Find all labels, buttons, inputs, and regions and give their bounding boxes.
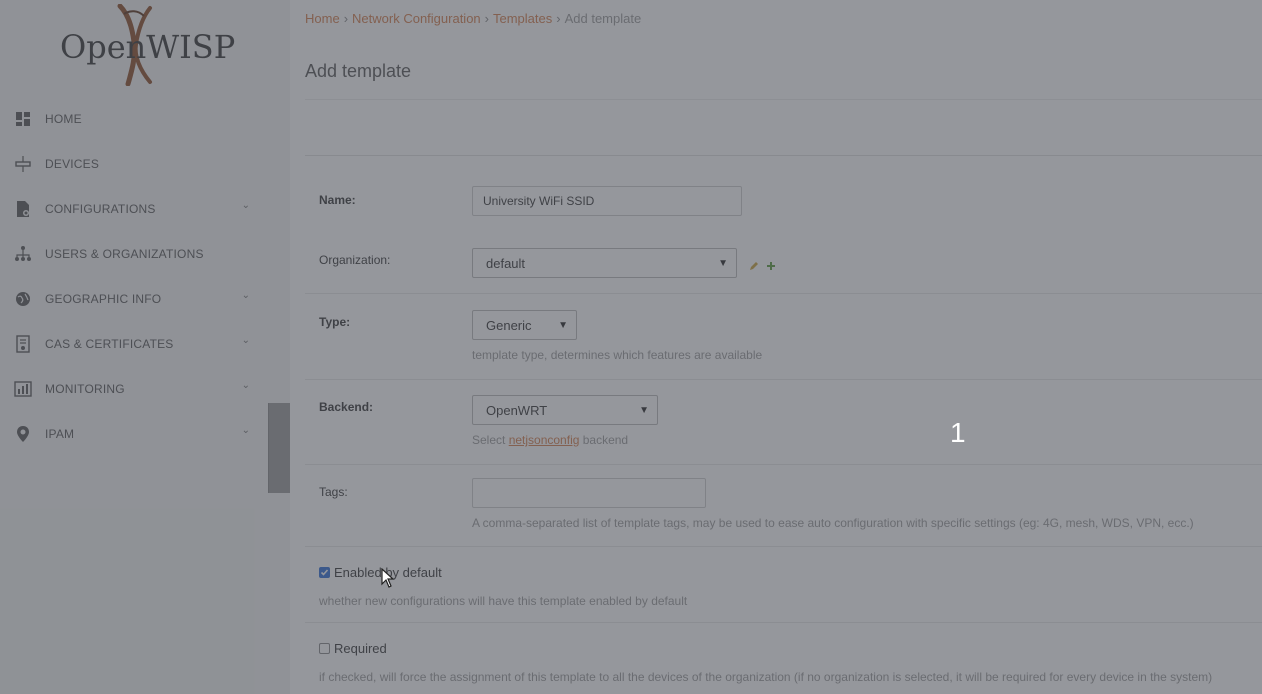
sidebar-item-label: DEVICES bbox=[45, 156, 100, 171]
organization-actions bbox=[749, 258, 776, 270]
divider bbox=[305, 379, 1262, 380]
main-content: Home › Network Configuration › Templates › Add… bbox=[290, 0, 1262, 694]
breadcrumb-separator: › bbox=[556, 11, 561, 26]
openwisp-logo[interactable]: OpenWISP bbox=[58, 4, 235, 86]
logo-text: OpenWISP bbox=[60, 28, 236, 66]
organization-select[interactable]: default ▼ bbox=[472, 248, 737, 278]
sidebar-item-label: HOME bbox=[45, 111, 82, 126]
tags-input[interactable] bbox=[472, 478, 706, 508]
type-help-text: template type, determines which features… bbox=[472, 348, 763, 362]
breadcrumb: Home › Network Configuration › Templates › Add… bbox=[305, 11, 641, 26]
divider bbox=[305, 293, 1262, 294]
chevron-down-icon: ⌄ bbox=[241, 425, 250, 436]
required-checkbox-label[interactable]: Required bbox=[334, 641, 387, 656]
sidebar-item-home[interactable]: HOME bbox=[0, 96, 270, 141]
divider bbox=[305, 622, 1262, 623]
chevron-down-icon: ⌄ bbox=[241, 380, 250, 391]
tags-label: Tags: bbox=[319, 485, 348, 499]
sidebar-item-label: CAS & CERTIFICATES bbox=[45, 336, 174, 351]
chevron-down-icon: ⌄ bbox=[241, 290, 250, 301]
netjsonconfig-link[interactable]: netjsonconfig bbox=[509, 433, 580, 447]
check-icon bbox=[320, 569, 329, 576]
edit-pencil-icon[interactable] bbox=[749, 258, 759, 270]
breadcrumb-separator: › bbox=[343, 11, 349, 26]
backend-help-suffix: backend bbox=[579, 433, 629, 447]
sidebar: OpenWISP HOME DEVICES CONFIGURATIONS ⌄ U… bbox=[0, 0, 292, 694]
chevron-down-icon: ▼ bbox=[639, 404, 649, 416]
chevron-down-icon: ▼ bbox=[558, 319, 568, 331]
type-selected-value: Generic bbox=[486, 317, 532, 333]
sidebar-item-label: GEOGRAPHIC INFO bbox=[45, 291, 162, 306]
configurations-icon bbox=[14, 200, 32, 218]
dashboard-icon bbox=[14, 110, 32, 128]
organization-label: Organization: bbox=[319, 253, 391, 267]
sidebar-item-label: USERS & ORGANIZATIONS bbox=[45, 246, 204, 261]
sidebar-item-ipam[interactable]: IPAM ⌄ bbox=[0, 411, 270, 456]
breadcrumb-separator: › bbox=[484, 11, 489, 26]
backend-label: Backend: bbox=[319, 400, 374, 414]
tags-help-text: A comma-separated list of template tags,… bbox=[472, 516, 1194, 530]
required-checkbox[interactable] bbox=[319, 643, 330, 654]
mouse-cursor-icon bbox=[381, 568, 395, 588]
chevron-down-icon: ▼ bbox=[718, 257, 728, 269]
divider bbox=[305, 155, 1262, 156]
type-select[interactable]: Generic ▼ bbox=[472, 310, 577, 340]
sidebar-item-geographic-info[interactable]: GEOGRAPHIC INFO ⌄ bbox=[0, 276, 270, 321]
add-plus-icon[interactable] bbox=[766, 258, 776, 270]
sidebar-scrollbar[interactable] bbox=[268, 403, 292, 493]
name-input[interactable] bbox=[472, 186, 742, 216]
organization-selected-value: default bbox=[486, 255, 526, 271]
chevron-down-icon: ⌄ bbox=[241, 200, 250, 211]
sidebar-item-configurations[interactable]: CONFIGURATIONS ⌄ bbox=[0, 186, 270, 231]
breadcrumb-templates-link[interactable]: Templates bbox=[493, 11, 552, 26]
sidebar-item-cas-certificates[interactable]: CAS & CERTIFICATES ⌄ bbox=[0, 321, 270, 366]
globe-icon bbox=[14, 290, 32, 308]
divider bbox=[305, 464, 1262, 465]
backend-select[interactable]: OpenWRT ▼ bbox=[472, 395, 658, 425]
location-pin-icon bbox=[14, 425, 32, 443]
backend-help-prefix: Select bbox=[472, 433, 509, 447]
default-help-text: whether new configurations will have thi… bbox=[319, 594, 688, 608]
backend-help-text: Select netjsonconfig backend bbox=[472, 433, 628, 447]
sidebar-item-monitoring[interactable]: MONITORING ⌄ bbox=[0, 366, 270, 411]
certificate-icon bbox=[14, 334, 32, 353]
default-checkbox[interactable] bbox=[319, 567, 330, 578]
page-title: Add template bbox=[305, 61, 412, 81]
backend-selected-value: OpenWRT bbox=[486, 402, 548, 418]
sidebar-item-label: MONITORING bbox=[45, 381, 125, 396]
required-help-text: if checked, will force the assignment of… bbox=[319, 670, 1213, 684]
users-organizations-icon bbox=[14, 245, 32, 263]
divider bbox=[305, 546, 1262, 547]
sidebar-nav: HOME DEVICES CONFIGURATIONS ⌄ USERS & OR… bbox=[0, 96, 270, 456]
name-label: Name: bbox=[319, 193, 356, 207]
chevron-down-icon: ⌄ bbox=[241, 335, 250, 346]
sidebar-item-users-organizations[interactable]: USERS & ORGANIZATIONS bbox=[0, 231, 270, 276]
divider bbox=[305, 99, 1262, 100]
step-number: 1 bbox=[950, 417, 966, 448]
type-label: Type: bbox=[319, 315, 351, 329]
devices-icon bbox=[14, 155, 32, 173]
monitoring-icon bbox=[14, 380, 32, 398]
sidebar-item-devices[interactable]: DEVICES bbox=[0, 141, 270, 186]
breadcrumb-network-configuration-link[interactable]: Network Configuration bbox=[352, 11, 481, 26]
breadcrumb-home-link[interactable]: Home bbox=[305, 11, 340, 26]
sidebar-item-label: CONFIGURATIONS bbox=[45, 201, 156, 216]
breadcrumb-current: Add template bbox=[564, 11, 642, 26]
sidebar-item-label: IPAM bbox=[45, 426, 75, 441]
